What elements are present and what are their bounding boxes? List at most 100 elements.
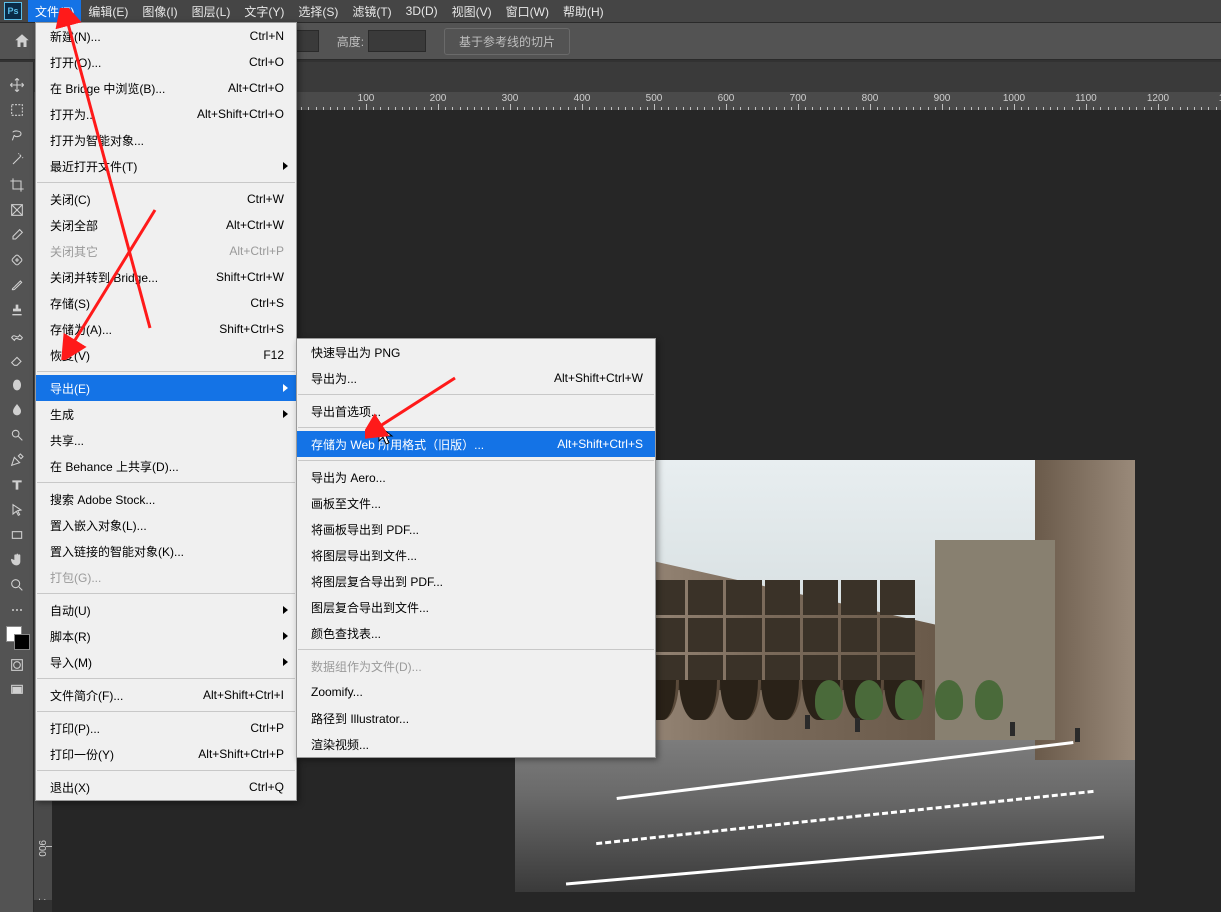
zoom-tool-icon[interactable] — [0, 572, 34, 597]
export-menu-item-3[interactable]: 导出首选项... — [297, 398, 655, 424]
file-menu-item-5[interactable]: 最近打开文件(T) — [36, 153, 296, 179]
menu-item-label: 导出为 Aero... — [311, 469, 386, 486]
pen-tool-icon[interactable] — [0, 447, 34, 472]
color-swatches-icon[interactable] — [0, 622, 34, 652]
menu-item-shortcut: Ctrl+P — [250, 721, 284, 735]
screen-mode-icon[interactable] — [0, 677, 34, 702]
export-menu-item-0[interactable]: 快速导出为 PNG — [297, 339, 655, 365]
path-select-tool-icon[interactable] — [0, 497, 34, 522]
export-menu-item-11[interactable]: 将图层复合导出到 PDF... — [297, 568, 655, 594]
history-brush-tool-icon[interactable] — [0, 322, 34, 347]
menu-item-label: 关闭其它 — [50, 243, 98, 260]
menu-item-label: 打开为智能对象... — [50, 132, 144, 149]
quick-mask-icon[interactable] — [0, 652, 34, 677]
file-menu-item-12[interactable]: 存储为(A)...Shift+Ctrl+S — [36, 316, 296, 342]
marquee-tool-icon[interactable] — [0, 97, 34, 122]
file-menu-item-25[interactable]: 自动(U) — [36, 597, 296, 623]
crop-tool-icon[interactable] — [0, 172, 34, 197]
menu-edit[interactable]: 编辑(E) — [81, 0, 135, 23]
type-tool-icon[interactable] — [0, 472, 34, 497]
eraser-tool-icon[interactable] — [0, 347, 34, 372]
menu-type[interactable]: 文字(Y) — [237, 0, 291, 23]
menubar: 文件(F) 编辑(E) 图像(I) 图层(L) 文字(Y) 选择(S) 滤镜(T… — [0, 0, 1221, 22]
file-menu-item-18[interactable]: 在 Behance 上共享(D)... — [36, 453, 296, 479]
menu-window[interactable]: 窗口(W) — [499, 0, 556, 23]
menu-item-label: 新建(N)... — [50, 28, 101, 45]
heal-tool-icon[interactable] — [0, 247, 34, 272]
menu-view[interactable]: 视图(V) — [445, 0, 499, 23]
edit-toolbar-icon[interactable] — [0, 597, 34, 622]
rectangle-tool-icon[interactable] — [0, 522, 34, 547]
file-menu-item-16[interactable]: 生成 — [36, 401, 296, 427]
menu-filter[interactable]: 滤镜(T) — [345, 0, 398, 23]
file-menu-item-13[interactable]: 恢复(V)F12 — [36, 342, 296, 368]
file-menu-item-3[interactable]: 打开为...Alt+Shift+Ctrl+O — [36, 101, 296, 127]
export-menu-item-13[interactable]: 颜色查找表... — [297, 620, 655, 646]
brush-tool-icon[interactable] — [0, 272, 34, 297]
export-menu-item-10[interactable]: 将图层导出到文件... — [297, 542, 655, 568]
file-menu-item-4[interactable]: 打开为智能对象... — [36, 127, 296, 153]
export-menu-item-5[interactable]: 存储为 Web 所用格式（旧版）...Alt+Shift+Ctrl+S — [297, 431, 655, 457]
menu-image[interactable]: 图像(I) — [135, 0, 184, 23]
stamp-tool-icon[interactable] — [0, 297, 34, 322]
menu-item-label: 存储为(A)... — [50, 321, 112, 338]
home-icon[interactable] — [8, 27, 36, 55]
file-menu-item-11[interactable]: 存储(S)Ctrl+S — [36, 290, 296, 316]
menu-item-label: 打开为... — [50, 106, 96, 123]
export-menu-item-8[interactable]: 画板至文件... — [297, 490, 655, 516]
hand-tool-icon[interactable] — [0, 547, 34, 572]
menu-item-label: 打印一份(Y) — [50, 746, 114, 763]
submenu-arrow-icon — [283, 410, 288, 418]
eyedropper-tool-icon[interactable] — [0, 222, 34, 247]
file-menu-item-32[interactable]: 打印一份(Y)Alt+Shift+Ctrl+P — [36, 741, 296, 767]
file-menu-item-2[interactable]: 在 Bridge 中浏览(B)...Alt+Ctrl+O — [36, 75, 296, 101]
menu-item-label: 图层复合导出到文件... — [311, 599, 429, 616]
file-menu-item-0[interactable]: 新建(N)...Ctrl+N — [36, 23, 296, 49]
export-menu-item-12[interactable]: 图层复合导出到文件... — [297, 594, 655, 620]
height-field[interactable]: 高度: — [337, 30, 426, 52]
menu-file[interactable]: 文件(F) — [28, 0, 81, 23]
export-menu-item-9[interactable]: 将画板导出到 PDF... — [297, 516, 655, 542]
menu-layer[interactable]: 图层(L) — [185, 0, 238, 23]
file-menu-item-8[interactable]: 关闭全部Alt+Ctrl+W — [36, 212, 296, 238]
wand-tool-icon[interactable] — [0, 147, 34, 172]
export-menu-item-17[interactable]: 路径到 Illustrator... — [297, 705, 655, 731]
lasso-tool-icon[interactable] — [0, 122, 34, 147]
file-menu-item-15[interactable]: 导出(E) — [36, 375, 296, 401]
file-menu-item-34[interactable]: 退出(X)Ctrl+Q — [36, 774, 296, 800]
export-menu-item-1[interactable]: 导出为...Alt+Shift+Ctrl+W — [297, 365, 655, 391]
file-menu-item-1[interactable]: 打开(O)...Ctrl+O — [36, 49, 296, 75]
file-menu-item-26[interactable]: 脚本(R) — [36, 623, 296, 649]
height-label: 高度: — [337, 33, 364, 50]
menu-help[interactable]: 帮助(H) — [556, 0, 611, 23]
menu-item-label: 最近打开文件(T) — [50, 158, 137, 175]
menu-item-shortcut: F12 — [263, 348, 284, 362]
export-menu-item-18[interactable]: 渲染视频... — [297, 731, 655, 757]
file-menu-item-10[interactable]: 关闭并转到 Bridge...Shift+Ctrl+W — [36, 264, 296, 290]
menu-item-label: 数据组作为文件(D)... — [311, 658, 422, 675]
file-menu-item-22[interactable]: 置入链接的智能对象(K)... — [36, 538, 296, 564]
file-menu-item-27[interactable]: 导入(M) — [36, 649, 296, 675]
file-menu-item-23: 打包(G)... — [36, 564, 296, 590]
export-menu-item-16[interactable]: Zoomify... — [297, 679, 655, 705]
frame-tool-icon[interactable] — [0, 197, 34, 222]
export-submenu: 快速导出为 PNG导出为...Alt+Shift+Ctrl+W 导出首选项... 存… — [296, 338, 656, 758]
menu-item-label: 关闭全部 — [50, 217, 98, 234]
menu-3d[interactable]: 3D(D) — [399, 1, 445, 21]
file-menu-item-29[interactable]: 文件简介(F)...Alt+Shift+Ctrl+I — [36, 682, 296, 708]
menu-select[interactable]: 选择(S) — [291, 0, 345, 23]
file-menu-item-31[interactable]: 打印(P)...Ctrl+P — [36, 715, 296, 741]
menu-item-label: 文件简介(F)... — [50, 687, 123, 704]
slice-from-guides-button[interactable]: 基于参考线的切片 — [444, 28, 570, 55]
file-menu-item-20[interactable]: 搜索 Adobe Stock... — [36, 486, 296, 512]
move-tool-icon[interactable] — [0, 72, 34, 97]
file-menu-item-21[interactable]: 置入嵌入对象(L)... — [36, 512, 296, 538]
submenu-arrow-icon — [283, 606, 288, 614]
blur-tool-icon[interactable] — [0, 397, 34, 422]
gradient-tool-icon[interactable] — [0, 372, 34, 397]
menu-item-label: 自动(U) — [50, 602, 91, 619]
dodge-tool-icon[interactable] — [0, 422, 34, 447]
file-menu-item-7[interactable]: 关闭(C)Ctrl+W — [36, 186, 296, 212]
file-menu-item-17[interactable]: 共享... — [36, 427, 296, 453]
export-menu-item-7[interactable]: 导出为 Aero... — [297, 464, 655, 490]
